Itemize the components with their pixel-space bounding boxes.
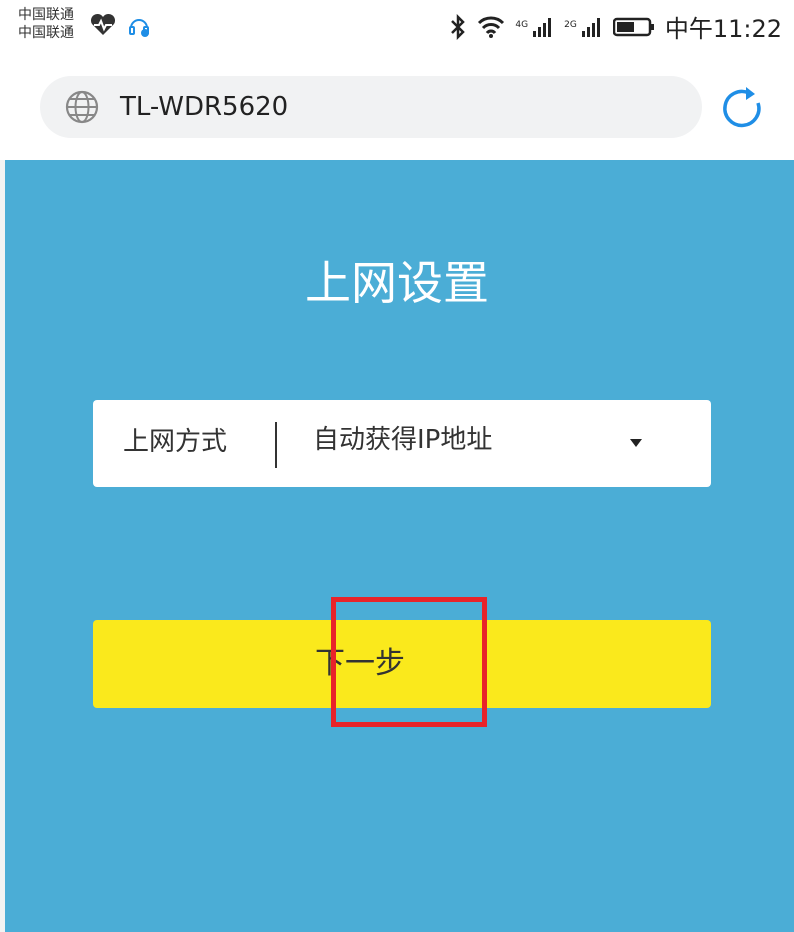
status-bar: 中国联通 中国联通 4G 2G 中午11:22 bbox=[0, 0, 794, 58]
carrier-2: 中国联通 bbox=[18, 25, 74, 41]
address-bar[interactable]: TL-WDR5620 bbox=[40, 76, 702, 138]
wifi-icon bbox=[477, 15, 505, 43]
url-text: TL-WDR5620 bbox=[120, 92, 289, 122]
network-label-2: 2G bbox=[564, 20, 577, 30]
status-time: 中午11:22 bbox=[664, 15, 782, 43]
heart-rate-icon bbox=[90, 13, 116, 41]
globe-icon bbox=[64, 89, 100, 129]
signal-icon bbox=[581, 16, 603, 42]
connection-type-value: 自动获得IP地址 bbox=[313, 425, 493, 455]
signal-icon bbox=[532, 16, 554, 42]
status-icons bbox=[90, 12, 152, 42]
battery-icon bbox=[612, 16, 655, 42]
bluetooth-icon bbox=[449, 13, 467, 44]
carrier-info: 中国联通 中国联通 bbox=[18, 6, 74, 42]
connection-type-label: 上网方式 bbox=[123, 427, 228, 457]
connection-type-select[interactable]: 上网方式 自动获得IP地址 bbox=[93, 400, 711, 487]
page-title: 上网设置 bbox=[305, 256, 489, 310]
signal-4g: 4G bbox=[515, 16, 554, 42]
headset-icon bbox=[126, 12, 152, 42]
system-status: 4G 2G 中午11:22 bbox=[449, 13, 782, 44]
field-divider bbox=[275, 422, 277, 468]
reload-icon[interactable] bbox=[718, 84, 768, 138]
signal-2g: 2G bbox=[564, 16, 603, 42]
dropdown-arrow-icon bbox=[628, 434, 644, 453]
carrier-1: 中国联通 bbox=[18, 7, 74, 23]
highlight-box bbox=[331, 597, 487, 727]
network-label-1: 4G bbox=[515, 20, 529, 30]
